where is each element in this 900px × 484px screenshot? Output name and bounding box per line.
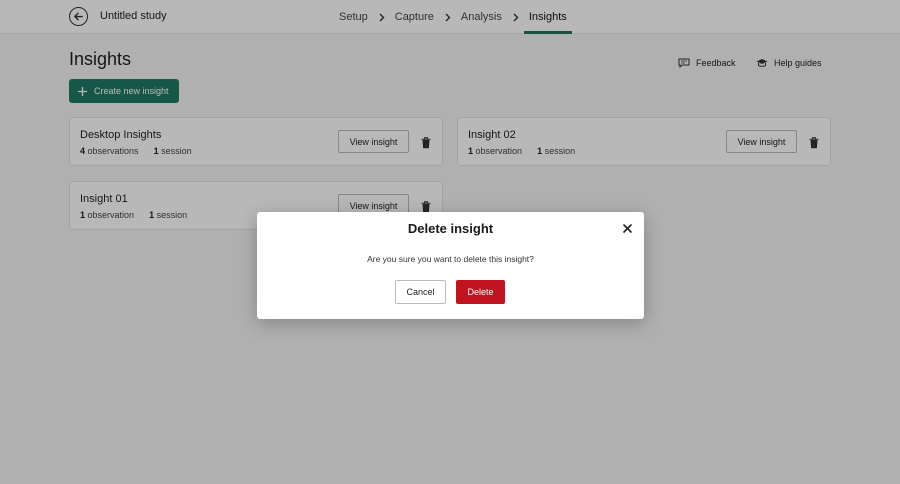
delete-button[interactable]: Delete xyxy=(456,280,505,304)
close-icon[interactable] xyxy=(623,224,632,233)
delete-insight-dialog: Delete insight Are you sure you want to … xyxy=(257,212,644,319)
cancel-button[interactable]: Cancel xyxy=(395,280,446,304)
dialog-message: Are you sure you want to delete this ins… xyxy=(367,254,534,264)
dialog-title: Delete insight xyxy=(407,221,494,236)
